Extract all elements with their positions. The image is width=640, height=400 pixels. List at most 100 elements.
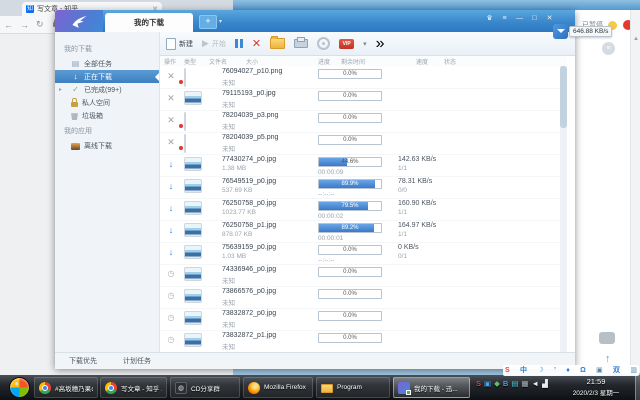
table-row[interactable]: ✕79115193_p0.jpg未知0.0% [160, 88, 567, 111]
column-header[interactable]: 类型 [184, 57, 196, 66]
ime-toolbar[interactable]: S中 ☽ ’ ♦ Ω ▣ 双 ▥ [503, 365, 639, 376]
sidebar-item-all-tasks[interactable]: ▤全部任务 [55, 57, 159, 70]
scroll-up-icon[interactable]: ▲ [633, 36, 639, 42]
sidebar-item-downloading[interactable]: ↓正在下载 [55, 70, 159, 83]
table-row[interactable]: ✕76094027_p10.png未知0.0% [160, 66, 567, 89]
ime-icon[interactable]: ☽ [537, 365, 543, 376]
table-row[interactable]: ◷73866576_p0.jpg未知0.0% [160, 286, 567, 309]
more-button[interactable]: » [376, 35, 385, 53]
ime-icon[interactable]: S [505, 365, 510, 376]
ime-icon[interactable]: 双 [613, 365, 620, 376]
tab-my-downloads[interactable]: 我的下载 [105, 13, 193, 32]
downloading-icon[interactable]: ↓ [165, 247, 177, 257]
table-row[interactable]: ↓76250758_p1.jpg878.07 KB89.2%00:00:0116… [160, 220, 567, 243]
error-icon[interactable]: ✕ [165, 93, 177, 104]
taskbar-button[interactable]: #高坂穗乃果の... [34, 377, 98, 398]
taskbar-button[interactable]: Mozilla Firefox [243, 377, 313, 398]
column-header[interactable]: 进度 [318, 57, 330, 66]
feedback-button[interactable] [599, 332, 615, 344]
new-tab-caret-icon[interactable]: ▾ [219, 18, 222, 25]
downloading-icon[interactable]: ↓ [165, 225, 177, 235]
error-icon[interactable]: ✕ [165, 137, 177, 148]
error-icon[interactable]: ✕ [165, 115, 177, 126]
ime-icon[interactable]: ▣ [596, 365, 603, 376]
waiting-icon[interactable]: ◷ [165, 269, 177, 278]
sidebar-item-offline-download[interactable]: 离线下载 [55, 139, 159, 152]
tray-icon[interactable]: B [503, 379, 508, 388]
back-icon[interactable]: ← [4, 20, 13, 30]
back-to-top-icon[interactable]: ↑ [605, 353, 611, 365]
tray-icon[interactable]: ◆ [494, 379, 500, 388]
waiting-icon[interactable]: ◷ [165, 313, 177, 322]
open-folder-button[interactable] [270, 38, 285, 49]
tray-icon[interactable]: ▤ [511, 379, 518, 388]
taskbar-button[interactable]: Program [316, 377, 390, 398]
taskbar-button[interactable]: ◍CD分享群 [170, 377, 240, 398]
ime-icon[interactable]: ’ [554, 365, 556, 376]
tray-icon[interactable]: S [476, 379, 481, 388]
vip-crown-icon[interactable]: ♛ [482, 13, 497, 25]
sidebar-item-private-space[interactable]: 私人空间 [55, 96, 159, 109]
app-titlebar[interactable]: 我的下载 + ▾ ♛≡—□✕ [55, 10, 575, 32]
tray-icon[interactable]: ▣ [484, 379, 491, 388]
column-header[interactable]: 速度 [416, 57, 428, 66]
ime-icon[interactable]: ▥ [630, 365, 637, 376]
forward-icon[interactable]: → [20, 20, 29, 30]
downloading-icon[interactable]: ↓ [165, 181, 177, 191]
table-row[interactable]: ↓75639159_p0.jpg1.03 MB0.0%--:--:--0 KB/… [160, 242, 567, 265]
column-header[interactable]: 大小 [246, 57, 258, 66]
vip-caret-button[interactable]: ▾ [363, 40, 367, 48]
vip-button[interactable]: VIP [339, 39, 354, 49]
table-row[interactable]: ✕78204039_p3.png未知0.0% [160, 110, 567, 133]
column-header[interactable]: 状态 [444, 57, 456, 66]
new-tab-button[interactable]: + [199, 15, 217, 29]
taskbar-button[interactable]: 我的下载 - 迅... [393, 377, 470, 398]
waiting-icon[interactable]: ◷ [165, 291, 177, 300]
disc-burn-button[interactable] [317, 37, 330, 50]
column-header[interactable]: 操作 [164, 57, 176, 66]
table-row[interactable]: ↓76549519_p0.jpg537.69 KB89.9%--:--:--78… [160, 176, 567, 199]
show-desktop-button[interactable] [635, 375, 640, 400]
ime-icon[interactable]: ♦ [566, 365, 570, 376]
download-priority-tab[interactable]: 下载优先 [69, 356, 97, 366]
minimize-icon[interactable]: — [512, 13, 527, 25]
table-row[interactable]: ✕78204039_p5.png未知0.0% [160, 132, 567, 155]
table-row[interactable]: ↓77430274_p0.jpg1.38 MB44.6%00:00:09142.… [160, 154, 567, 177]
ime-icon[interactable]: 中 [520, 365, 527, 376]
error-icon[interactable]: ✕ [165, 71, 177, 82]
sidebar-item-trash[interactable]: 垃圾箱 [55, 109, 159, 122]
pause-button[interactable] [235, 39, 243, 48]
column-header[interactable]: 文件名 [209, 57, 227, 66]
scheduled-tasks-tab[interactable]: 计划任务 [123, 356, 151, 366]
ime-icon[interactable]: Ω [580, 365, 586, 376]
thunder-speed-icon[interactable] [553, 24, 568, 39]
tray-icon[interactable]: ◄ [532, 379, 539, 388]
waiting-icon[interactable]: ◷ [165, 335, 177, 344]
page-float-button[interactable]: ≡ [602, 42, 615, 55]
start-button[interactable] [9, 377, 30, 398]
device-transfer-button[interactable] [294, 39, 308, 48]
start-button[interactable]: ▶开始 [202, 38, 226, 49]
sidebar-item-completed[interactable]: ▸✓已完成(99+) [55, 83, 159, 96]
taskbar-clock[interactable]: 21:59 2020/2/3 星期一 [556, 377, 636, 397]
table-row[interactable]: ◷73832872_p1.jpg未知0.0% [160, 330, 567, 352]
expander-icon[interactable]: ▸ [59, 86, 62, 93]
reload-icon[interactable]: ↻ [36, 19, 44, 30]
taskbar-button[interactable]: 写文章 - 知乎 ... [100, 377, 167, 398]
floating-speed-widget[interactable]: 646.88 KB/s [553, 24, 612, 39]
table-row[interactable]: ◷73832872_p0.jpg未知0.0% [160, 308, 567, 331]
downloading-icon[interactable]: ↓ [165, 159, 177, 169]
tray-icon[interactable]: ▟ [542, 379, 548, 388]
main-menu-icon[interactable]: ≡ [497, 13, 512, 25]
table-row[interactable]: ◷74336946_p0.jpg未知0.0% [160, 264, 567, 287]
tray-icon[interactable]: ▦ [521, 379, 528, 388]
maximize-icon[interactable]: □ [527, 13, 542, 25]
column-header[interactable]: 剩余时间 [341, 57, 365, 66]
delete-button[interactable]: ✕ [252, 37, 261, 50]
scrollbar-thumb[interactable] [560, 66, 567, 128]
new-task-button[interactable]: 新建 [166, 38, 193, 50]
downloading-icon[interactable]: ↓ [165, 203, 177, 213]
table-row[interactable]: ↓76250758_p0.jpg1023.77 KB79.5%00:00:021… [160, 198, 567, 221]
list-scrollbar[interactable] [560, 66, 567, 352]
page-scrollbar[interactable]: ▲ [630, 10, 640, 373]
